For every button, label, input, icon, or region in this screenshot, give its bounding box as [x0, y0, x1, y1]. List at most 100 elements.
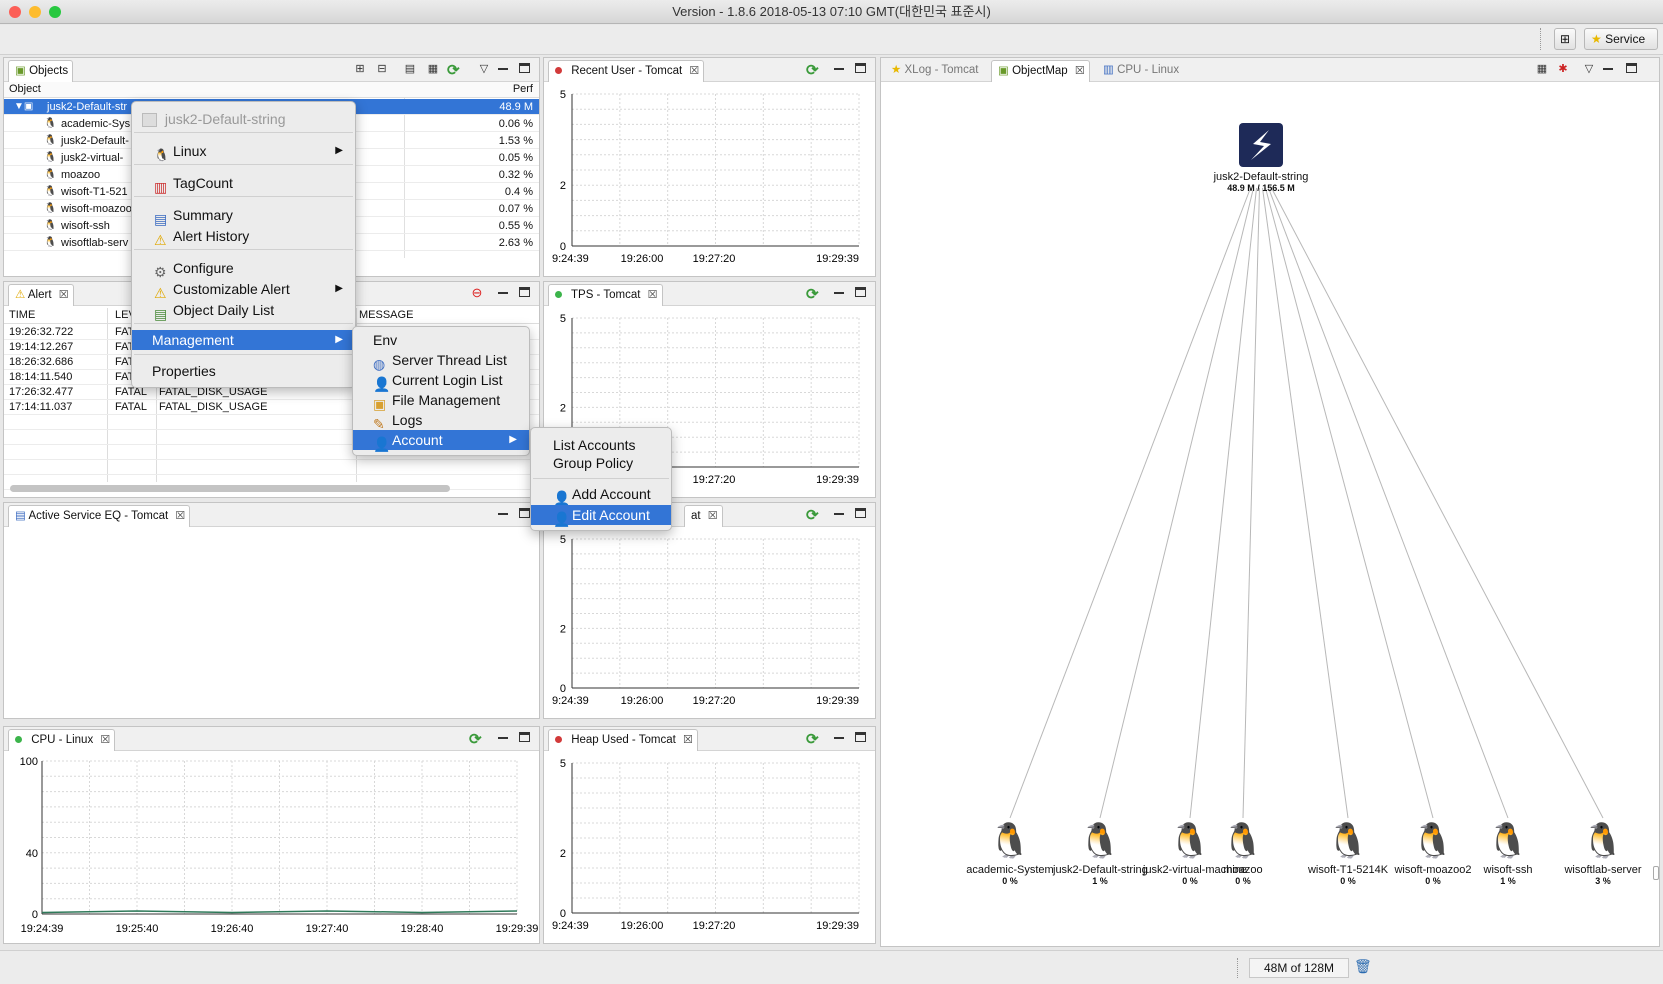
object-map-panel: ★ XLog - Tomcat ▣ ObjectMap ☒ ▥ CPU - Li…	[880, 57, 1660, 947]
object-name: jusk2-Default-	[61, 135, 129, 147]
menu-item-configure[interactable]: ⚙ Configure	[132, 258, 355, 281]
menu-item-management[interactable]: Management ▶	[132, 330, 355, 350]
refresh-icon[interactable]: ⟳	[806, 61, 819, 79]
gear-icon: ⚙	[154, 264, 167, 281]
map-child-node[interactable]: 🐧 academic-System 0 %	[963, 818, 1057, 886]
maximize-icon[interactable]	[855, 732, 866, 742]
minimize-window-button[interactable]	[29, 6, 41, 18]
service-label: Service	[1605, 32, 1646, 46]
maximize-icon[interactable]	[855, 287, 866, 297]
close-tab-icon[interactable]: ☒	[689, 65, 699, 77]
penguin-icon: 🐧	[1326, 822, 1370, 860]
tab-heap[interactable]: Heap Used - Tomcat ☒	[548, 729, 698, 751]
minimize-icon[interactable]	[498, 507, 508, 515]
maximize-icon[interactable]	[519, 732, 530, 742]
menu-item-server-thread-list[interactable]: ◍ Server Thread List	[353, 350, 529, 372]
status-dot-icon	[555, 736, 562, 744]
x-tick-label: 19:29:39	[816, 253, 859, 265]
maximize-icon[interactable]	[519, 63, 530, 73]
service-perspective-button[interactable]: ★ Service	[1584, 28, 1658, 50]
object-perf: 0.06 %	[498, 118, 533, 130]
map-root-node[interactable]: jusk2-Default-string 48.9 M / 156.5 M	[1191, 122, 1331, 193]
menu-item-file-management[interactable]: ▣ File Management	[353, 390, 529, 412]
maximize-icon[interactable]	[855, 508, 866, 518]
grid-icon[interactable]: ▦	[427, 63, 439, 75]
menu-item-properties[interactable]: Properties	[132, 361, 355, 381]
menu-item-edit-account[interactable]: 👤 Edit Account	[531, 505, 671, 527]
minimize-icon[interactable]	[498, 286, 508, 294]
close-window-button[interactable]	[9, 6, 21, 18]
menu-item-customizable-alert[interactable]: ⚠ Customizable Alert ▶	[132, 279, 355, 301]
tab-active-service[interactable]: ▤ Active Service EQ - Tomcat ☒	[8, 505, 191, 527]
penguin-icon: 🐧	[154, 148, 169, 163]
menu-item-add-account[interactable]: 👤 Add Account	[531, 484, 671, 506]
perspective-icon[interactable]: ⊞	[1554, 28, 1576, 50]
y-tick-label: 5	[560, 89, 566, 101]
close-tab-icon[interactable]: ☒	[175, 510, 185, 522]
maximize-icon[interactable]	[519, 287, 530, 297]
minimize-icon[interactable]	[834, 62, 844, 70]
map-child-node[interactable]: 🐧 wisoftlab-server 3 %	[1556, 818, 1650, 886]
menu-item-summary[interactable]: ▤ Summary	[132, 205, 355, 227]
menu-item-object-daily-list[interactable]: ▤ Object Daily List	[132, 300, 355, 322]
column-time[interactable]: TIME	[9, 309, 35, 321]
tab-third-chart[interactable]: at ☒	[684, 505, 723, 527]
tab-recent-user[interactable]: Recent User - Tomcat ☒	[548, 60, 705, 82]
menu-item-logs[interactable]: ✎ Logs	[353, 410, 529, 432]
menu-item-current-login-list[interactable]: 👤 Current Login List	[353, 370, 529, 392]
monitor-icon[interactable]: ▤	[404, 63, 416, 75]
close-tab-icon[interactable]: ☒	[59, 289, 69, 301]
tab-objects[interactable]: ▣ Objects	[8, 60, 74, 82]
refresh-icon[interactable]: ⟳	[469, 730, 482, 748]
menu-item-list-accounts[interactable]: List Accounts	[531, 435, 671, 455]
minimize-icon[interactable]	[498, 62, 508, 70]
menu-item-account[interactable]: 👤 Account ▶	[353, 430, 529, 452]
menu-item-alert-history[interactable]: ⚠ Alert History	[132, 226, 355, 248]
maximize-icon[interactable]	[519, 508, 530, 518]
minimize-icon[interactable]	[834, 731, 844, 739]
minimize-icon[interactable]	[834, 507, 844, 515]
column-object[interactable]: Object	[9, 83, 41, 95]
close-tab-icon[interactable]: ☒	[708, 510, 718, 522]
map-child-node[interactable]: 🐧 jusk2-Default-string 1 %	[1053, 818, 1148, 886]
expand-all-icon[interactable]: ⊞	[354, 63, 366, 75]
close-tab-icon[interactable]: ☒	[683, 734, 693, 746]
view-menu-icon[interactable]: ▽	[478, 63, 490, 75]
menu-item-linux[interactable]: 🐧 Linux ▶	[132, 141, 355, 163]
alert-time: 17:26:32.477	[9, 386, 74, 398]
collapse-all-icon[interactable]: ⊟	[376, 63, 388, 75]
column-message[interactable]: MESSAGE	[359, 309, 413, 321]
menu-separator	[134, 164, 353, 165]
menu-item-tagcount[interactable]: ▥ TagCount	[132, 173, 355, 195]
map-scroll-handle[interactable]	[1653, 866, 1659, 880]
y-tick-label: 0	[560, 241, 566, 253]
map-child-node[interactable]: 🐧 wisoft-ssh 1 %	[1461, 818, 1555, 886]
window-title: Version - 1.8.6 2018-05-13 07:10 GMT(대한민…	[672, 4, 991, 19]
garbage-collect-icon[interactable]: 🗑	[1354, 958, 1372, 976]
menu-management-label: Management	[152, 332, 234, 348]
refresh-icon[interactable]: ⟳	[447, 61, 460, 79]
menu-item-group-policy[interactable]: Group Policy	[531, 453, 671, 473]
close-tab-icon[interactable]: ☒	[100, 734, 110, 746]
map-child-node[interactable]: 🐧 wisoft-T1-5214K 0 %	[1301, 818, 1395, 886]
close-tab-icon[interactable]: ☒	[648, 289, 658, 301]
minimize-icon[interactable]	[834, 286, 844, 294]
third-chart: 5 2 09:24:39 19:26:00 19:27:20 19:29:39	[552, 534, 860, 707]
clear-alerts-icon[interactable]: ⊖	[471, 286, 483, 299]
menu-item-env[interactable]: Env	[353, 330, 529, 350]
map-child-pct: 1 %	[1500, 876, 1516, 886]
zoom-window-button[interactable]	[49, 6, 61, 18]
cpu-chart: 100 40 0 19:24:39 19:25:40 19:26:40 19:27:40 1…	[20, 756, 539, 935]
maximize-icon[interactable]	[855, 63, 866, 73]
refresh-icon[interactable]: ⟳	[806, 285, 819, 303]
refresh-icon[interactable]: ⟳	[806, 506, 819, 524]
column-perf[interactable]: Perf	[513, 83, 533, 95]
minimize-icon[interactable]	[498, 731, 508, 739]
horizontal-scrollbar[interactable]	[10, 485, 450, 492]
tab-alert[interactable]: ⚠ Alert ☒	[8, 284, 74, 306]
tab-tps[interactable]: TPS - Tomcat ☒	[548, 284, 663, 306]
refresh-icon[interactable]: ⟳	[806, 730, 819, 748]
map-child-node[interactable]: 🐧 moazoo 0 %	[1196, 818, 1290, 886]
alert-row[interactable]	[4, 460, 539, 475]
tab-cpu-linux[interactable]: CPU - Linux ☒	[8, 729, 116, 751]
